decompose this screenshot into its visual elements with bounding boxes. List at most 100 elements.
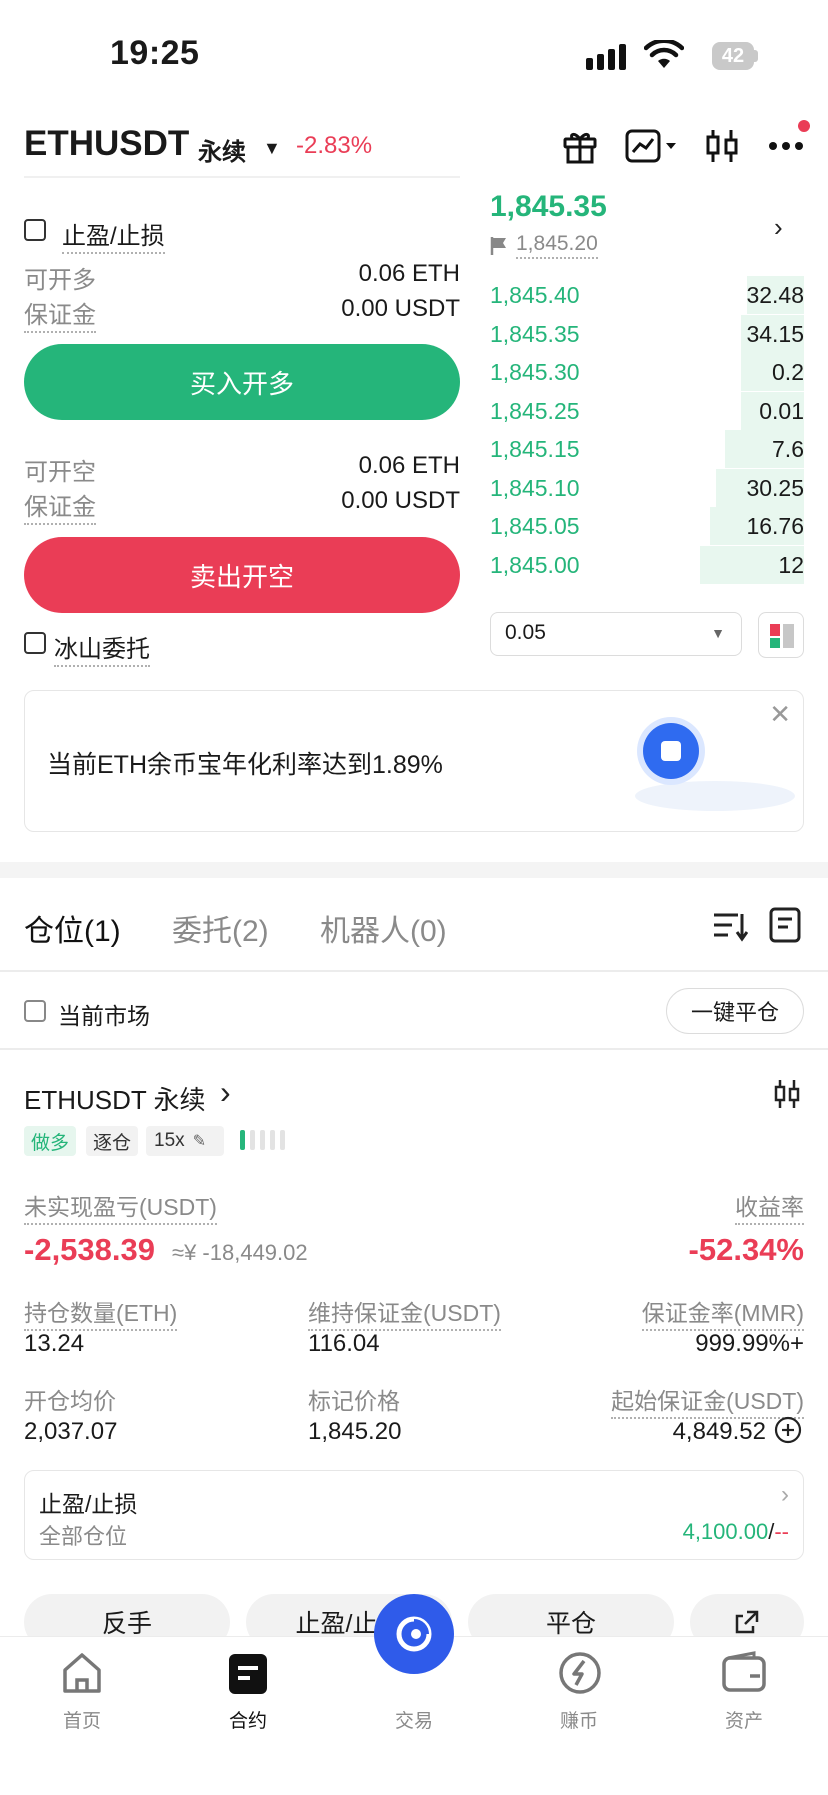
candlestick-icon[interactable] [700, 124, 744, 168]
sort-icon[interactable] [712, 910, 749, 947]
contract-type[interactable]: 永续 [198, 132, 246, 167]
chevron-right-icon: › [781, 1481, 789, 1508]
history-icon[interactable] [768, 906, 802, 949]
maint-margin-label: 维持保证金(USDT) [308, 1294, 501, 1331]
orderbook-row[interactable]: 1,845.05 16.76 [490, 507, 804, 545]
available-short-label: 可开空 [24, 459, 96, 486]
wifi-icon [643, 38, 685, 75]
entry-value: 2,037.07 [24, 1418, 118, 1445]
margin-mode-tag: 逐仓 [86, 1126, 138, 1156]
mmr-label: 保证金率(MMR) [641, 1294, 804, 1331]
orderbook-row[interactable]: 1,845.25 0.01 [490, 391, 804, 430]
orderbook-qty: 32.48 [746, 282, 804, 308]
orderbook-price: 1,845.00 [490, 551, 580, 578]
divider [0, 1048, 828, 1050]
chevron-down-icon: ▼ [711, 625, 725, 641]
leverage-tag[interactable]: 15x ✎ [146, 1126, 224, 1156]
adl-indicator [240, 1128, 294, 1157]
orderbook-row[interactable]: 1,845.30 0.2 [490, 353, 804, 391]
symbol-title[interactable]: ETHUSDT [24, 124, 189, 164]
battery-tip [754, 50, 758, 62]
chart-icon[interactable] [622, 124, 682, 168]
nav-earn-label: 赚币 [559, 1711, 598, 1732]
precision-select[interactable]: 0.05 ▼ [490, 612, 742, 656]
position-title[interactable]: ETHUSDT 永续 [24, 1080, 206, 1117]
signal-icon [586, 44, 630, 75]
close-all-button[interactable]: 一键平仓 [666, 988, 804, 1034]
last-price: 1,845.35 [490, 190, 607, 223]
add-margin-icon[interactable] [774, 1416, 802, 1449]
available-long-value: 0.06 ETH [358, 260, 460, 287]
sell-short-button[interactable]: 卖出开空 [24, 537, 460, 613]
orderbook-row[interactable]: 1,845.40 32.48 [490, 276, 804, 314]
available-long-label: 可开多 [24, 267, 96, 294]
tab-orders[interactable]: 委托(2) [172, 906, 269, 950]
chevron-right-icon[interactable]: › [220, 1074, 231, 1111]
buy-long-button[interactable]: 买入开多 [24, 344, 460, 420]
maint-margin-value: 116.04 [308, 1330, 380, 1357]
orderbook-row[interactable]: 1,845.10 30.25 [490, 468, 804, 507]
price-change: -2.83% [296, 132, 373, 159]
orderbook-price: 1,845.35 [490, 320, 580, 347]
margin-short-value: 0.00 USDT [341, 487, 460, 514]
tp-sl-checkbox[interactable] [24, 219, 46, 241]
orderbook-row[interactable]: 1,845.35 34.15 [490, 314, 804, 353]
sl-value: -- [774, 1519, 789, 1544]
orderbook-price: 1,845.10 [490, 474, 580, 501]
current-market-checkbox[interactable] [24, 1000, 46, 1022]
tp-value: 4,100.00 [682, 1519, 769, 1544]
orderbook-layout-icon[interactable] [758, 612, 804, 658]
nav-contract-label: 合约 [228, 1711, 267, 1732]
nav-trade-label: 交易 [394, 1711, 433, 1732]
roe-value: -52.34% [688, 1232, 804, 1267]
unrealized-pnl-label: 未实现盈亏(USDT) [24, 1188, 217, 1225]
unrealized-pnl-cny: ≈¥ -18,449.02 [172, 1240, 308, 1265]
tp-sl-values: 4,100.00/-- [682, 1519, 789, 1544]
divider [0, 970, 828, 972]
size-label: 持仓数量(ETH) [24, 1294, 178, 1331]
flag-icon [490, 236, 508, 261]
chevron-down-icon[interactable]: ▼ [263, 138, 281, 159]
chevron-right-icon[interactable]: › [774, 212, 783, 243]
orderbook-qty: 0.2 [772, 359, 804, 385]
precision-value: 0.05 [505, 621, 546, 644]
mmr-value: 999.99%+ [695, 1330, 804, 1357]
tab-bots[interactable]: 机器人(0) [320, 906, 447, 950]
trade-icon[interactable] [374, 1594, 454, 1674]
leverage-value: 15x [154, 1130, 185, 1151]
mark-price[interactable]: 1,845.20 [516, 232, 598, 259]
banner-text: 当前ETH余币宝年化利率达到1.89% [47, 751, 443, 779]
nav-assets-label: 资产 [724, 1711, 763, 1732]
banner-coin-icon [637, 717, 705, 785]
nav-home-label: 首页 [62, 1711, 101, 1732]
margin-long-label: 保证金 [24, 295, 96, 333]
orderbook-row[interactable]: 1,845.15 7.6 [490, 430, 804, 468]
tp-sl-card[interactable]: 止盈/止损 全部仓位 › 4,100.00/-- [24, 1470, 804, 1560]
candlestick-icon[interactable] [772, 1078, 802, 1115]
mark-label: 标记价格 [308, 1388, 400, 1414]
tp-sl-label[interactable]: 止盈/止损 [62, 216, 165, 254]
status-time: 19:25 [110, 34, 200, 72]
orderbook-price: 1,845.30 [490, 359, 580, 385]
tab-positions[interactable]: 仓位(1) [24, 906, 121, 950]
section-separator [0, 862, 828, 878]
entry-label: 开仓均价 [24, 1388, 116, 1414]
battery-icon: 42 [712, 42, 754, 70]
roe-label: 收益率 [735, 1188, 804, 1225]
gift-icon[interactable] [558, 124, 602, 168]
edit-icon[interactable]: ✎ [193, 1131, 206, 1151]
orderbook-row[interactable]: 1,845.00 12 [490, 545, 804, 584]
init-margin-label: 起始保证金(USDT) [611, 1382, 804, 1419]
promo-banner[interactable]: 当前ETH余币宝年化利率达到1.89% ✕ [24, 690, 804, 832]
orderbook-qty: 34.15 [746, 320, 804, 347]
tp-sl-scope: 全部仓位 [39, 1524, 128, 1549]
orderbook-price: 1,845.15 [490, 436, 580, 462]
iceberg-label[interactable]: 冰山委托 [54, 629, 150, 667]
orderbook-price: 1,845.40 [490, 282, 580, 308]
size-value: 13.24 [24, 1330, 85, 1357]
close-icon[interactable]: ✕ [769, 699, 791, 730]
current-market-label[interactable]: 当前市场 [58, 997, 150, 1031]
mark-value: 1,845.20 [308, 1418, 402, 1445]
orderbook-qty: 30.25 [746, 474, 804, 501]
iceberg-checkbox[interactable] [24, 632, 46, 654]
